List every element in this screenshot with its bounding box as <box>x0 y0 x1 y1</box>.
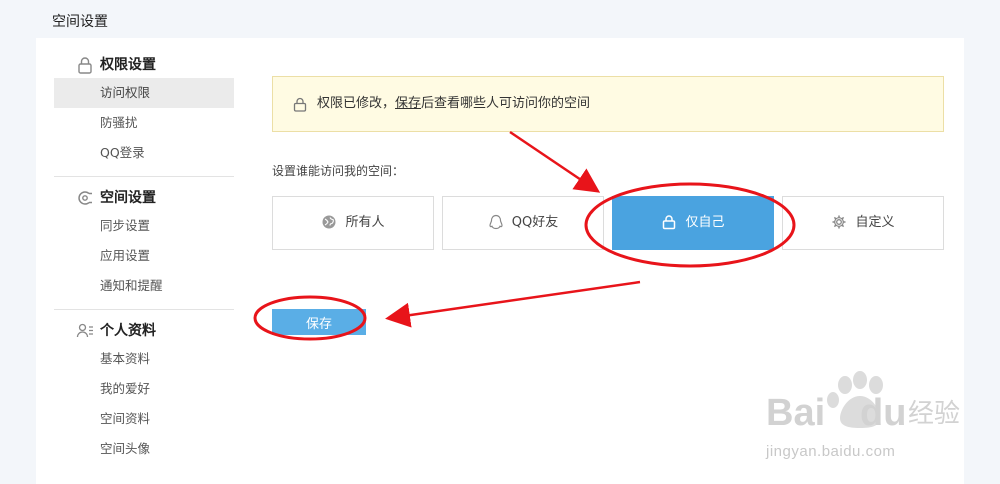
option-only-me[interactable]: 仅自己 <box>612 196 774 250</box>
gear-icon <box>832 215 846 228</box>
option-qq-friends[interactable]: QQ好友 <box>442 196 604 250</box>
notice-text-suffix: 后查看哪些人可访问你的空间 <box>421 96 591 111</box>
option-label: 自定义 <box>855 215 895 230</box>
sidebar-section-profile: 个人资料 <box>54 318 234 344</box>
svg-text:Bai: Bai <box>766 392 825 434</box>
sidebar-section-title: 权限设置 <box>100 57 156 73</box>
sidebar-divider <box>54 309 234 310</box>
option-label: 仅自己 <box>685 215 725 230</box>
sidebar-item-notifications[interactable]: 通知和提醒 <box>54 271 234 301</box>
page-title: 空间设置 <box>52 14 108 30</box>
lock-icon <box>293 97 307 112</box>
svg-text:经验: 经验 <box>908 399 960 429</box>
sidebar-item-access-permission[interactable]: 访问权限 <box>54 78 234 108</box>
sidebar-item-anti-harassment[interactable]: 防骚扰 <box>54 108 234 138</box>
sidebar-section-title: 空间设置 <box>100 190 156 206</box>
sidebar-item-app-settings[interactable]: 应用设置 <box>54 241 234 271</box>
sidebar-section-space-settings: 空间设置 <box>54 185 234 211</box>
visit-permission-label: 设置谁能访问我的空间： <box>272 164 405 178</box>
notice-save-link[interactable]: 保存 <box>395 96 421 111</box>
sidebar-item-sync-settings[interactable]: 同步设置 <box>54 211 234 241</box>
permission-changed-notice: 权限已修改，保存后查看哪些人可访问你的空间 <box>272 76 944 132</box>
sidebar-divider <box>54 176 234 177</box>
option-label: 所有人 <box>345 215 385 230</box>
sidebar-item-space-info[interactable]: 空间资料 <box>54 404 234 434</box>
globe-icon <box>322 215 336 228</box>
qq-penguin-icon <box>489 214 503 229</box>
sidebar-section-title: 个人资料 <box>100 323 156 339</box>
space-settings-icon <box>78 191 92 205</box>
svg-text:du: du <box>860 392 906 434</box>
save-button[interactable]: 保存 <box>272 309 366 335</box>
sidebar-item-hobbies[interactable]: 我的爱好 <box>54 374 234 404</box>
sidebar: 权限设置 访问权限 防骚扰 QQ登录 空间设置 同步设置 应用设置 通知和提醒 <box>54 52 234 464</box>
watermark-url: jingyan.baidu.com <box>766 443 896 460</box>
sidebar-item-qq-login[interactable]: QQ登录 <box>54 138 234 168</box>
sidebar-item-space-avatar[interactable]: 空间头像 <box>54 434 234 464</box>
profile-icon <box>76 323 93 338</box>
lock-icon <box>663 214 676 229</box>
sidebar-item-basic-info[interactable]: 基本资料 <box>54 344 234 374</box>
option-custom[interactable]: 自定义 <box>782 196 944 250</box>
option-label: QQ好友 <box>511 215 559 230</box>
notice-text-prefix: 权限已修改， <box>317 96 396 111</box>
option-everyone[interactable]: 所有人 <box>272 196 434 250</box>
sidebar-section-permissions: 权限设置 <box>54 52 234 78</box>
lock-icon <box>78 57 92 74</box>
